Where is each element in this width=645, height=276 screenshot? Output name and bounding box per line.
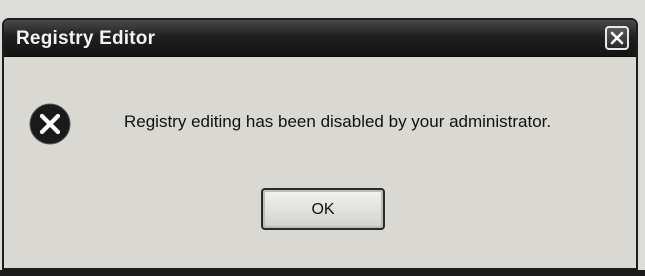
- dialog-content: Registry editing has been disabled by yo…: [4, 57, 636, 268]
- registry-editor-dialog: Registry Editor Registry editing has bee…: [2, 18, 638, 270]
- close-icon: [610, 31, 624, 45]
- error-x-icon: [29, 103, 71, 145]
- title-bar[interactable]: Registry Editor: [4, 20, 636, 57]
- bottom-edge: [0, 270, 645, 276]
- error-message: Registry editing has been disabled by yo…: [124, 112, 552, 131]
- ok-button[interactable]: OK: [261, 188, 385, 230]
- screenshot-page: Registry Editor Registry editing has bee…: [0, 0, 645, 276]
- window-title: Registry Editor: [16, 28, 156, 49]
- close-button[interactable]: [605, 26, 629, 50]
- ok-button-label: OK: [311, 200, 335, 218]
